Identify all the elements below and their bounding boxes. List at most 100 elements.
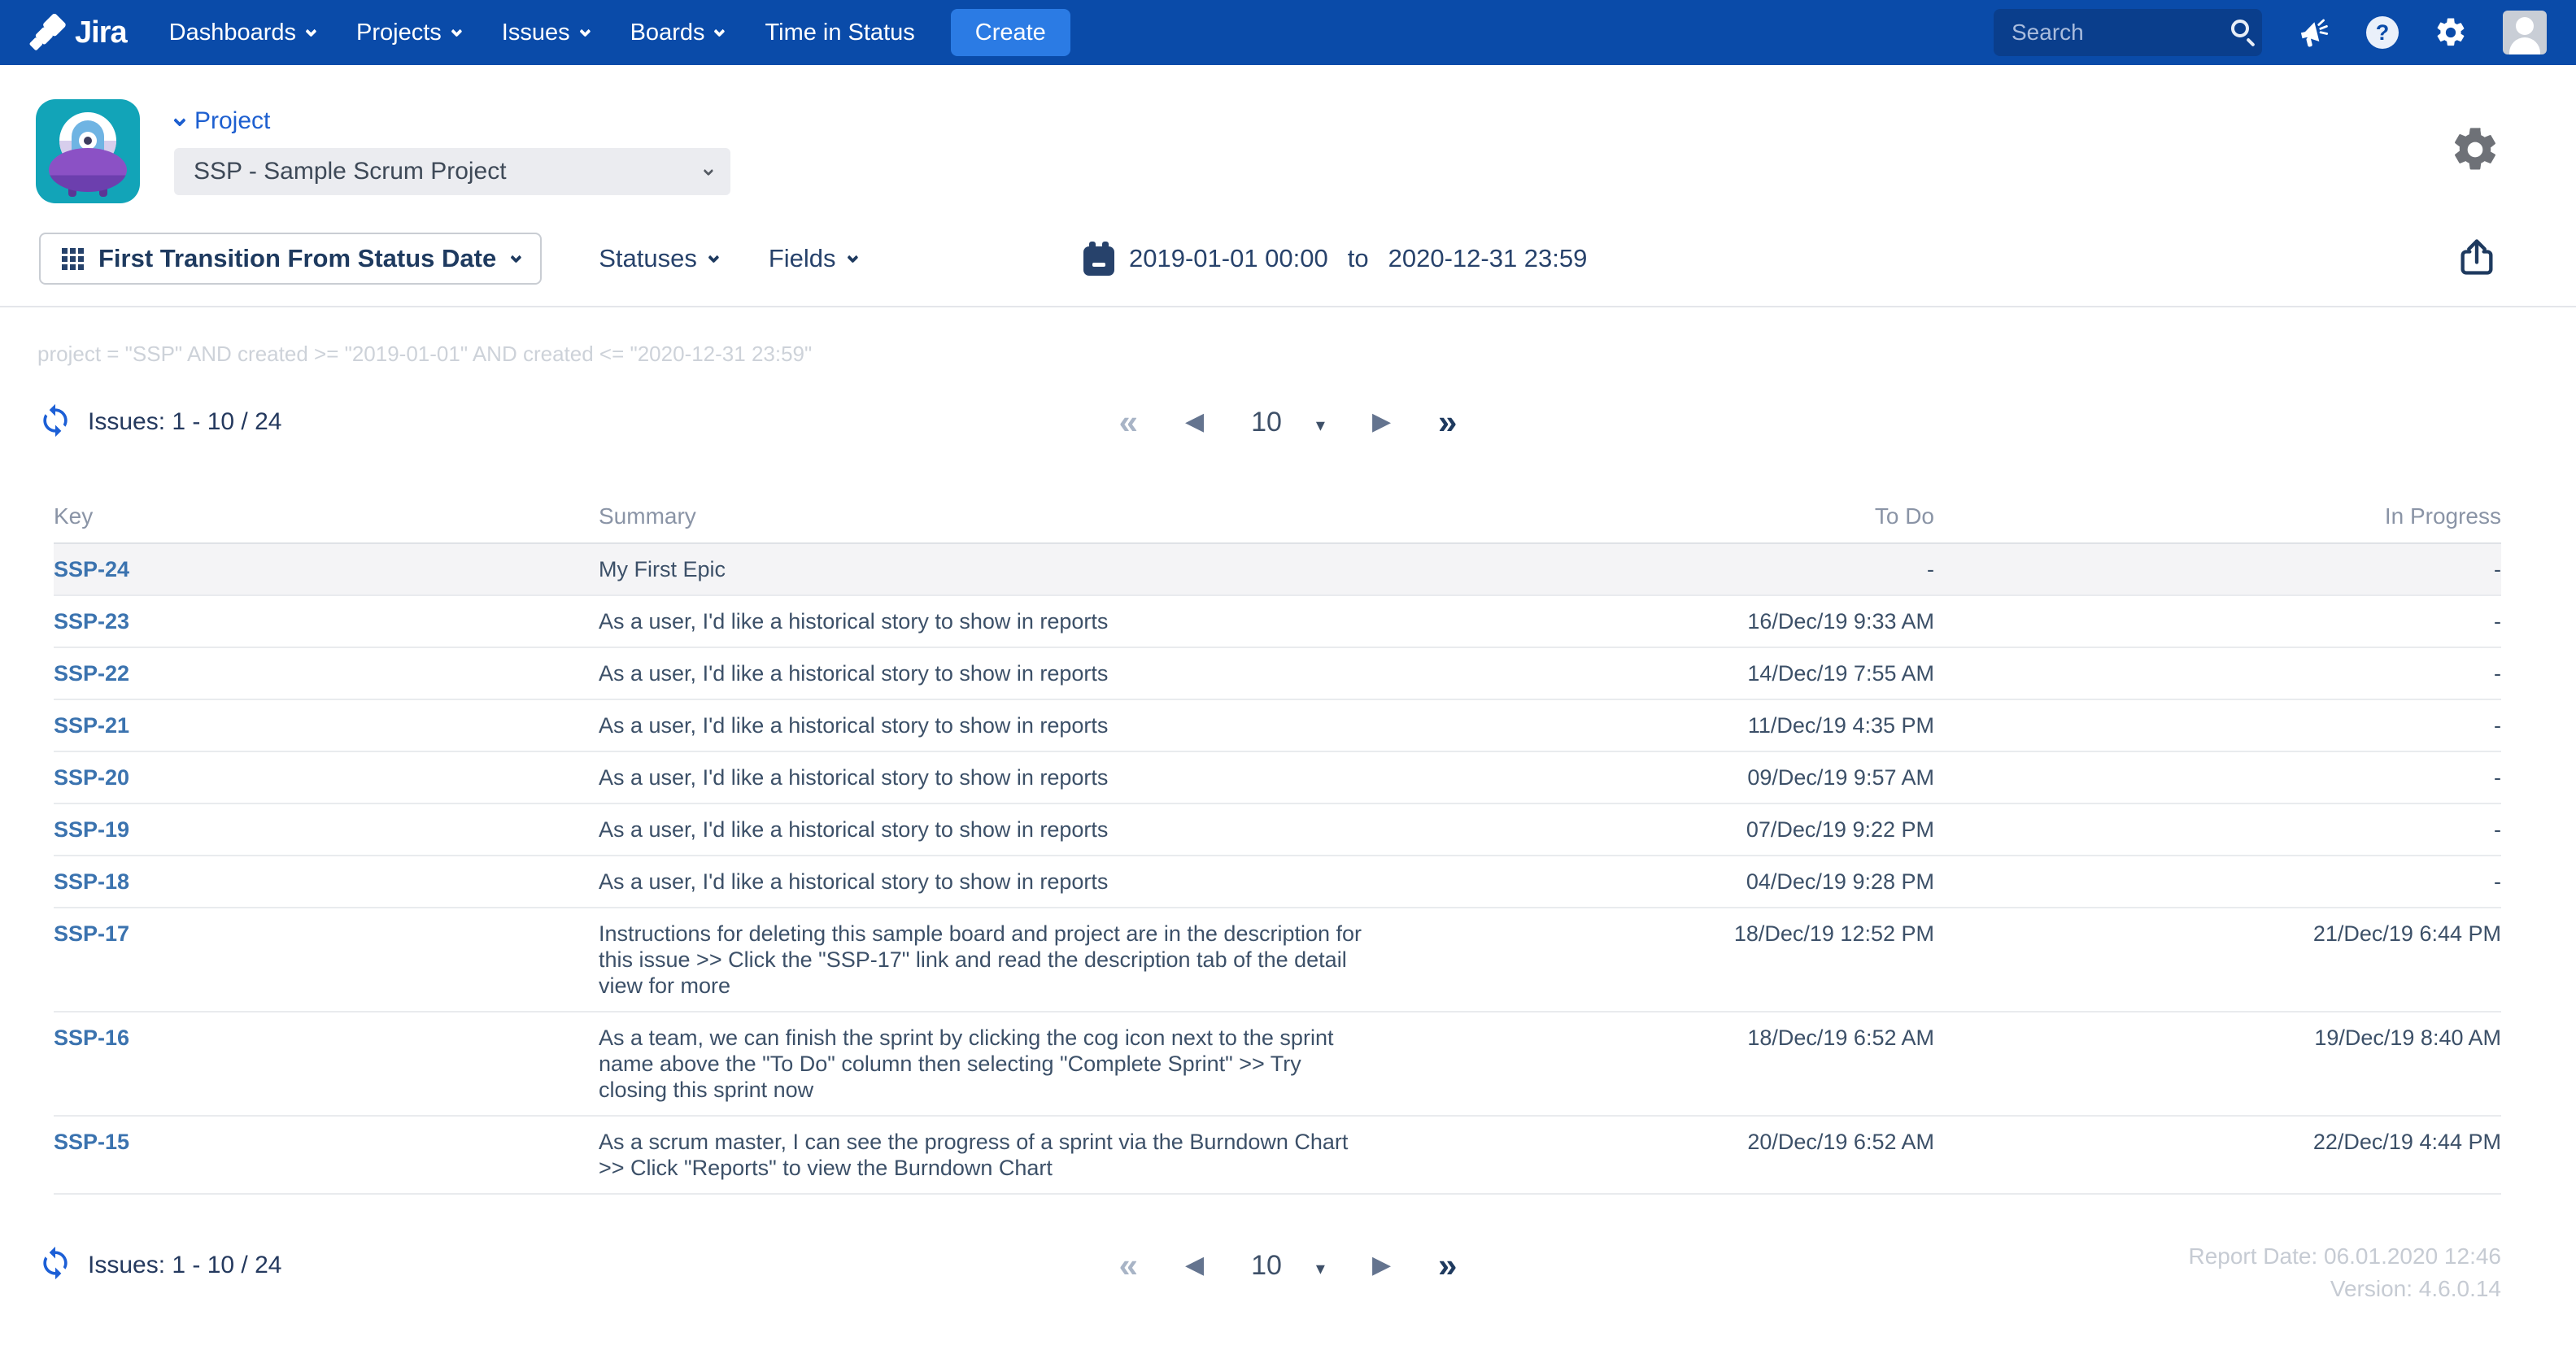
navbar-menu-item[interactable]: Issues [502, 20, 588, 46]
todo-date-cell: 18/Dec/19 12:52 PM [1505, 908, 1934, 1011]
search-icon[interactable] [2231, 20, 2249, 37]
issue-summary-text: As a user, I'd like a historical story t… [599, 608, 1108, 634]
issue-key-link[interactable]: SSP-24 [54, 557, 129, 581]
issue-summary-cell: Instructions for deleting this sample bo… [599, 908, 1505, 1011]
navbar-menu-item[interactable]: Projects [356, 20, 460, 46]
navbar-menu-item-label: Projects [356, 20, 442, 46]
statuses-dropdown[interactable]: Statuses [599, 244, 717, 273]
pagination-page-size-dropdown[interactable]: 10 ▾ [1251, 1252, 1325, 1279]
issue-key-link[interactable]: SSP-18 [54, 869, 129, 894]
date-to-value: 2020-12-31 23:59 [1388, 244, 1588, 273]
time-in-status-page: Jira Dashboards Projects Issues Boards T… [0, 0, 2576, 1350]
inprogress-date-cell: - [1934, 596, 2501, 647]
issue-key-cell: SSP-18 [54, 856, 599, 907]
caret-down-icon: ▾ [1316, 416, 1325, 434]
user-avatar[interactable] [2503, 11, 2547, 54]
report-date-label: Report Date: 06.01.2020 12:46 [2188, 1240, 2501, 1273]
pagination-first-button[interactable]: « [1119, 405, 1138, 439]
pagination-page-size-value: 10 [1251, 408, 1282, 436]
navbar-menu-item-label: Issues [502, 20, 570, 46]
issue-key-link[interactable]: SSP-22 [54, 661, 129, 686]
refresh-icon[interactable] [37, 1245, 73, 1285]
navbar-menu-item[interactable]: Time in Status [765, 20, 914, 46]
issue-key-link[interactable]: SSP-15 [54, 1130, 129, 1154]
issue-key-cell: SSP-15 [54, 1117, 599, 1193]
pagination-next-button[interactable]: ▶ [1372, 410, 1391, 434]
issue-summary-cell: As a scrum master, I can see the progres… [599, 1117, 1505, 1193]
jira-logo[interactable]: Jira [29, 14, 127, 51]
inprogress-date-cell: - [1934, 856, 2501, 907]
pagination-page-size-dropdown[interactable]: 10 ▾ [1251, 408, 1325, 436]
help-icon[interactable]: ? [2366, 16, 2399, 49]
settings-icon[interactable] [2433, 15, 2469, 50]
create-button[interactable]: Create [951, 9, 1070, 56]
navbar-menu-item-label: Boards [630, 20, 705, 46]
issues-count-label: Issues: 1 - 10 / 24 [88, 408, 281, 436]
pagination-last-button[interactable]: » [1438, 405, 1457, 439]
avatar-torso-shape [2509, 37, 2540, 54]
todo-date-cell: 11/Dec/19 4:35 PM [1505, 700, 1934, 751]
issue-summary-text: As a user, I'd like a historical story t… [599, 712, 1108, 738]
table-row: SSP-19 As a user, I'd like a historical … [54, 803, 2501, 855]
navbar-menu: Dashboards Projects Issues Boards Time i… [169, 20, 915, 46]
report-settings-gear-icon[interactable] [2449, 124, 2501, 180]
jira-logo-text: Jira [75, 15, 127, 50]
date-from-value: 2019-01-01 00:00 [1129, 244, 1328, 273]
issue-key-link[interactable]: SSP-16 [54, 1026, 129, 1050]
navbar-menu-item[interactable]: Boards [630, 20, 723, 46]
issue-key-link[interactable]: SSP-21 [54, 713, 129, 738]
pagination-prev-button[interactable]: ◀ [1185, 1253, 1204, 1278]
search-input[interactable] [1994, 20, 2354, 46]
issues-bar-bottom: Issues: 1 - 10 / 24 « ◀ 10 ▾ ▶ » Report … [0, 1240, 2576, 1313]
issue-key-link[interactable]: SSP-20 [54, 765, 129, 790]
issue-key-link[interactable]: SSP-17 [54, 921, 129, 946]
table-row: SSP-22 As a user, I'd like a historical … [54, 647, 2501, 699]
export-icon[interactable] [2456, 236, 2498, 282]
pagination-next-button[interactable]: ▶ [1372, 1253, 1391, 1278]
column-header-summary: Summary [599, 503, 1505, 529]
inprogress-date-cell: 22/Dec/19 4:44 PM [1934, 1117, 2501, 1193]
pagination-bottom: « ◀ 10 ▾ ▶ » [1119, 1248, 1458, 1282]
table-row: SSP-20 As a user, I'd like a historical … [54, 751, 2501, 803]
refresh-icon[interactable] [37, 403, 73, 442]
chevron-down-icon [511, 252, 522, 263]
issue-summary-text: As a user, I'd like a historical story t… [599, 764, 1108, 790]
chevron-down-icon [704, 165, 714, 176]
issue-summary-text: As a scrum master, I can see the progres… [599, 1129, 1371, 1181]
date-column-selector-button[interactable]: First Transition From Status Date [39, 233, 542, 285]
project-label: Project [194, 107, 270, 135]
project-collapse-toggle[interactable]: Project [174, 107, 730, 135]
issues-bar-top: Issues: 1 - 10 / 24 « ◀ 10 ▾ ▶ » [0, 399, 2576, 445]
pagination-first-button[interactable]: « [1119, 1248, 1138, 1282]
project-select[interactable]: SSP - Sample Scrum Project [174, 148, 730, 195]
issue-summary-text: As a user, I'd like a historical story t… [599, 817, 1108, 843]
column-header-todo: To Do [1505, 503, 1934, 529]
todo-date-cell: 09/Dec/19 9:57 AM [1505, 752, 1934, 803]
project-selector-block: Project SSP - Sample Scrum Project [174, 99, 730, 203]
navbar-menu-item[interactable]: Dashboards [169, 20, 314, 46]
chevron-down-icon [173, 114, 186, 127]
jql-query-text: project = "SSP" AND created >= "2019-01-… [37, 342, 2576, 367]
issue-summary-text: As a user, I'd like a historical story t… [599, 660, 1108, 686]
todo-date-cell: 07/Dec/19 9:22 PM [1505, 804, 1934, 855]
issue-key-link[interactable]: SSP-19 [54, 817, 129, 842]
inprogress-date-cell: - [1934, 804, 2501, 855]
pagination-prev-button[interactable]: ◀ [1185, 410, 1204, 434]
project-avatar [36, 99, 140, 203]
inprogress-date-cell: - [1934, 700, 2501, 751]
issues-counter-block: Issues: 1 - 10 / 24 [37, 1245, 281, 1285]
issue-summary-text: My First Epic [599, 556, 726, 582]
issue-key-link[interactable]: SSP-23 [54, 609, 129, 634]
date-range-picker[interactable]: 2019-01-01 00:00 to 2020-12-31 23:59 [1083, 242, 1587, 276]
fields-dropdown[interactable]: Fields [769, 244, 856, 273]
issue-summary-text: As a team, we can finish the sprint by c… [599, 1025, 1371, 1103]
project-select-value: SSP - Sample Scrum Project [194, 158, 704, 185]
issue-key-cell: SSP-23 [54, 596, 599, 647]
inprogress-date-cell: - [1934, 648, 2501, 699]
table-body: SSP-24 My First Epic - - SSP-23 As a use… [54, 542, 2501, 1195]
navbar-menu-item-label: Dashboards [169, 20, 296, 46]
chevron-down-icon [579, 26, 591, 37]
pagination-page-size-value: 10 [1251, 1252, 1282, 1279]
pagination-last-button[interactable]: » [1438, 1248, 1457, 1282]
inprogress-date-cell: - [1934, 544, 2501, 594]
